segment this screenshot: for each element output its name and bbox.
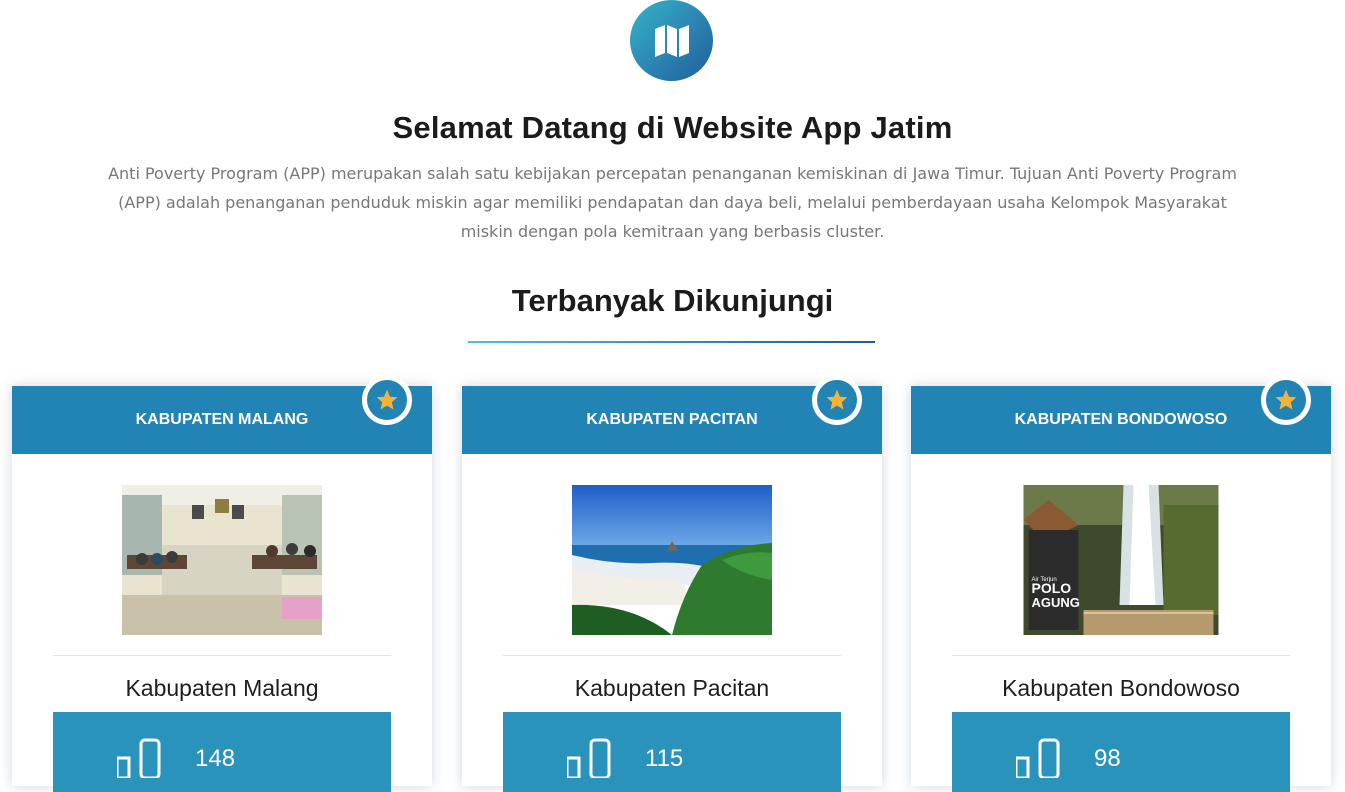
card-kabupaten-malang[interactable]: KABUPATEN MALANG Kabupaten Malang 148 [12, 375, 432, 792]
card-divider [952, 655, 1290, 656]
views-count: 98 [1094, 745, 1121, 772]
map-icon [630, 0, 713, 81]
card-divider [53, 655, 391, 656]
section-title: Terbanyak Dikunjungi [511, 283, 834, 318]
views-stat: 98 [952, 712, 1290, 792]
intro-text: Anti Poverty Program (APP) merupakan sal… [108, 164, 1237, 241]
star-icon [812, 375, 862, 425]
thumbs-up-icon [567, 738, 611, 778]
photo-sign-line2: AGUNG [1032, 595, 1080, 610]
thumbs-up-icon [117, 738, 161, 778]
page-title: Selamat Datang di Website App Jatim [392, 110, 953, 145]
views-stat: 148 [53, 712, 391, 792]
views-stat: 115 [503, 712, 841, 792]
card-photo[interactable] [572, 485, 772, 635]
card-kabupaten-bondowoso[interactable]: KABUPATEN BONDOWOSO Air Terjun POLO AGUN… [911, 375, 1331, 792]
views-count: 115 [645, 745, 684, 772]
thumbs-up-icon [1016, 738, 1060, 778]
star-icon [1261, 375, 1311, 425]
card-title[interactable]: Kabupaten Bondowoso [911, 675, 1331, 702]
card-kabupaten-pacitan[interactable]: KABUPATEN PACITAN Kabupaten Pacitan 115 [462, 375, 882, 792]
views-count: 148 [195, 745, 236, 772]
star-icon [362, 375, 412, 425]
photo-sign-line1: POLO [1032, 580, 1072, 596]
section-underline [468, 341, 875, 343]
map-icon-glyph [654, 24, 689, 57]
card-photo[interactable]: Air Terjun POLO AGUNG [1023, 485, 1219, 635]
card-photo[interactable] [122, 485, 322, 635]
card-title[interactable]: Kabupaten Malang [12, 675, 432, 702]
card-title[interactable]: Kabupaten Pacitan [462, 675, 882, 702]
card-divider [503, 655, 841, 656]
